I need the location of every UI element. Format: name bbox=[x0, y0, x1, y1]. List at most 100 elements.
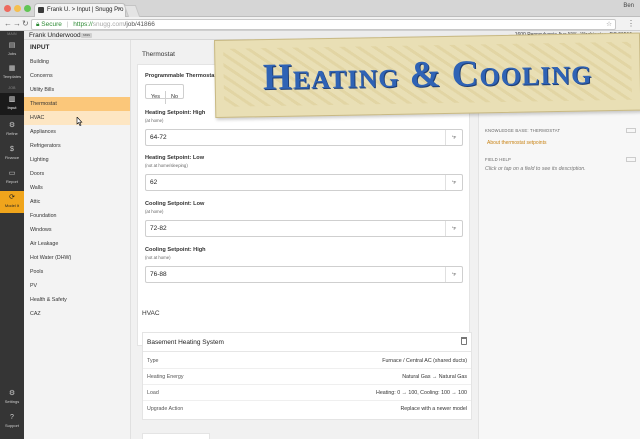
window-user-label[interactable]: Ben bbox=[623, 3, 634, 9]
field-label: Heating Setpoint: High bbox=[145, 110, 206, 116]
cooling-setpoint-high-input[interactable]: 76-88 °F bbox=[145, 266, 463, 283]
help-icon: ? bbox=[10, 414, 14, 421]
jobs-icon: ▤ bbox=[8, 42, 16, 49]
sidebar-item-appliances[interactable]: Appliances bbox=[24, 125, 130, 139]
left-nav-rail: MAIN ▤ Jobs ▦ Templates JOB ▥ Input ⚙ Refine… bbox=[0, 31, 24, 439]
url-protocol: https:// bbox=[73, 20, 93, 28]
sidebar-item-caz[interactable]: CAZ bbox=[24, 307, 130, 321]
customer-name[interactable]: Frank Underwood bbox=[29, 31, 81, 40]
new-tab-button[interactable] bbox=[123, 5, 141, 17]
customer-tag: ssss bbox=[81, 32, 92, 38]
sidebar-title: INPUT bbox=[30, 44, 50, 51]
sidebar-item-walls[interactable]: Walls bbox=[24, 181, 130, 195]
tab-close-icon[interactable]: ✕ bbox=[117, 4, 122, 17]
field-value: 62 bbox=[150, 179, 158, 186]
sidebar-item-health-safety[interactable]: Health & Safety bbox=[24, 293, 130, 307]
report-icon: ▭ bbox=[8, 170, 16, 177]
banner-title: Heating & Cooling bbox=[262, 51, 593, 99]
tab-title: Frank U. > Input | Snugg Pro bbox=[47, 7, 124, 13]
unit-label: °F bbox=[445, 267, 462, 282]
rail-item-input[interactable]: ▥ Input bbox=[0, 93, 24, 115]
sidebar-item-thermostat[interactable]: Thermostat bbox=[24, 97, 130, 111]
sidebar-item-doors[interactable]: Doors bbox=[24, 167, 130, 181]
refresh-icon: ⟳ bbox=[9, 194, 15, 201]
browser-tab[interactable]: Frank U. > Input | Snugg Pro ✕ bbox=[34, 3, 126, 17]
rail-item-finance[interactable]: $ Finance bbox=[0, 143, 24, 165]
maximize-window-icon[interactable] bbox=[24, 5, 31, 12]
sidebar-item-air-leakage[interactable]: Air Leakage bbox=[24, 237, 130, 251]
sidebar-item-foundation[interactable]: Foundation bbox=[24, 209, 130, 223]
back-arrow-icon[interactable]: ← bbox=[4, 18, 12, 30]
hvac-detail-row: Load Heating: 0 → 100, Cooling: 100 → 10… bbox=[143, 385, 471, 401]
hvac-detail-row: Type Furnace / Central AC (shared ducts) bbox=[143, 353, 471, 369]
browser-menu-icon[interactable]: ⋮ bbox=[627, 18, 635, 30]
input-sidebar: INPUT Building Concerns Utility Bills Th… bbox=[24, 40, 131, 439]
unit-label: °F bbox=[445, 175, 462, 190]
rail-item-model-it[interactable]: ⟳ Model It bbox=[0, 191, 24, 213]
field-help-title: FIELD HELP bbox=[485, 157, 511, 162]
forward-arrow-icon[interactable]: → bbox=[13, 18, 21, 30]
templates-icon: ▦ bbox=[8, 65, 16, 72]
rail-item-report[interactable]: ▭ Report bbox=[0, 167, 24, 189]
yes-option-button[interactable]: Yes bbox=[146, 91, 165, 104]
browser-toolbar: ← → ↻ 🔒︎ Secure | https://snugg.com/job/… bbox=[0, 17, 640, 31]
reload-icon[interactable]: ↻ bbox=[22, 18, 29, 30]
favicon-icon bbox=[38, 7, 44, 13]
rail-item-jobs[interactable]: ▤ Jobs bbox=[0, 39, 24, 61]
field-help-collapse-icon[interactable] bbox=[626, 157, 636, 162]
field-label: Cooling Setpoint: Low bbox=[145, 201, 205, 207]
knowledge-base-collapse-icon[interactable] bbox=[626, 128, 636, 133]
trash-icon[interactable] bbox=[461, 337, 467, 345]
mouse-cursor-icon bbox=[76, 117, 83, 126]
input-icon: ▥ bbox=[8, 96, 16, 103]
rail-item-support[interactable]: ? Support bbox=[0, 411, 24, 433]
bookmark-star-icon[interactable]: ☆ bbox=[606, 20, 612, 29]
field-sublabel: (at home) bbox=[145, 118, 164, 123]
field-label: Heating Setpoint: Low bbox=[145, 155, 205, 161]
unit-label: °F bbox=[445, 221, 462, 236]
rail-section-main: MAIN bbox=[7, 32, 17, 36]
knowledge-base-link[interactable]: About thermostat setpoints bbox=[487, 140, 546, 146]
sidebar-item-windows[interactable]: Windows bbox=[24, 223, 130, 237]
hvac-detail-row: Upgrade Action Replace with a newer mode… bbox=[147, 406, 467, 412]
sidebar-item-pv[interactable]: PV bbox=[24, 279, 130, 293]
sidebar-item-refrigerators[interactable]: Refrigerators bbox=[24, 139, 130, 153]
sidebar-item-hot-water[interactable]: Hot Water (DHW) bbox=[24, 251, 130, 265]
url-path: /job/41866 bbox=[124, 20, 155, 28]
no-option-button[interactable]: No bbox=[164, 91, 183, 104]
minimize-window-icon[interactable] bbox=[14, 5, 21, 12]
sidebar-item-lighting[interactable]: Lighting bbox=[24, 153, 130, 167]
settings-icon: ⚙ bbox=[8, 390, 16, 397]
browser-tab-bar: Frank U. > Input | Snugg Pro ✕ Ben bbox=[0, 0, 640, 17]
rail-item-templates[interactable]: ▦ Templates bbox=[0, 62, 24, 84]
field-value: 64-72 bbox=[150, 134, 167, 141]
refine-icon: ⚙ bbox=[8, 122, 16, 129]
sidebar-item-utility-bills[interactable]: Utility Bills bbox=[24, 83, 130, 97]
title-banner: Heating & Cooling bbox=[214, 32, 640, 118]
field-sublabel: (not at home) bbox=[145, 255, 171, 260]
hvac-system-card: Basement Heating System Type Furnace / C… bbox=[142, 332, 472, 420]
next-hvac-card bbox=[142, 433, 210, 439]
knowledge-base-title: KNOWLEDGE BASE: THERMOSTAT bbox=[485, 128, 561, 133]
close-window-icon[interactable] bbox=[4, 5, 11, 12]
cooling-setpoint-low-input[interactable]: 72-82 °F bbox=[145, 220, 463, 237]
field-label: Cooling Setpoint: High bbox=[145, 247, 206, 253]
sidebar-item-pools[interactable]: Pools bbox=[24, 265, 130, 279]
rail-item-settings[interactable]: ⚙ Settings bbox=[0, 387, 24, 409]
finance-icon: $ bbox=[10, 146, 14, 153]
programmable-toggle: Yes No bbox=[145, 84, 185, 104]
hvac-system-header[interactable]: Basement Heating System bbox=[143, 333, 471, 352]
secure-label: Secure bbox=[41, 20, 62, 28]
app-window: Frank U. > Input | Snugg Pro ✕ Ben ← → ↻… bbox=[0, 0, 640, 439]
field-sublabel: (at home) bbox=[145, 209, 164, 214]
heating-setpoint-high-input[interactable]: 64-72 °F bbox=[145, 129, 463, 146]
address-bar[interactable]: 🔒︎ Secure | https://snugg.com/job/41866 … bbox=[31, 18, 616, 30]
rail-section-job: JOB bbox=[8, 86, 16, 90]
hvac-section-title: HVAC bbox=[142, 310, 160, 317]
sidebar-item-attic[interactable]: Attic bbox=[24, 195, 130, 209]
heating-setpoint-low-input[interactable]: 62 °F bbox=[145, 174, 463, 191]
sidebar-item-concerns[interactable]: Concerns bbox=[24, 69, 130, 83]
thermostat-section-title: Thermostat bbox=[142, 51, 175, 58]
sidebar-item-building[interactable]: Building bbox=[24, 55, 130, 69]
rail-item-refine[interactable]: ⚙ Refine bbox=[0, 119, 24, 141]
